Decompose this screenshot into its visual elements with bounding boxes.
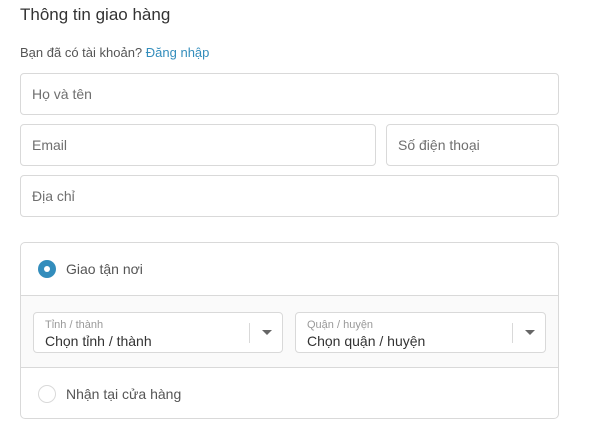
store-pickup-radio[interactable] [38,384,56,403]
district-select[interactable]: Quận / huyện Chọn quận / huyện [295,312,546,353]
select-divider [249,323,250,343]
home-delivery-option[interactable]: Giao tận nơi [21,243,558,295]
district-select-label: Quận / huyện [307,319,374,331]
phone-input[interactable] [387,125,558,165]
store-pickup-label: Nhận tại cửa hàng [66,385,182,402]
shipping-method-box: Giao tận nơi Tỉnh / thành Chọn tỉnh / th… [20,242,559,419]
address-input[interactable] [21,176,558,216]
login-link[interactable]: Đăng nhập [146,45,210,60]
home-delivery-radio[interactable] [38,260,56,278]
email-input[interactable] [21,125,375,165]
address-field[interactable] [20,175,559,217]
province-select-value: Chọn tỉnh / thành [45,333,152,349]
login-prompt: Bạn đã có tài khoản? Đăng nhập [20,45,209,60]
home-delivery-label: Giao tận nơi [66,261,143,277]
full-name-field[interactable] [20,73,559,115]
location-select-area: Tỉnh / thành Chọn tỉnh / thành Quận / hu… [21,295,558,367]
login-prompt-text: Bạn đã có tài khoản? [20,45,143,60]
select-divider [512,323,513,343]
email-field[interactable] [20,124,376,166]
province-select[interactable]: Tỉnh / thành Chọn tỉnh / thành [33,312,283,353]
store-pickup-option[interactable]: Nhận tại cửa hàng [21,367,558,418]
phone-field[interactable] [386,124,559,166]
district-select-value: Chọn quận / huyện [307,333,426,349]
chevron-down-icon[interactable] [262,330,272,335]
full-name-input[interactable] [21,74,558,114]
page-title: Thông tin giao hàng [20,5,171,24]
shipping-info-page: Thông tin giao hàng Bạn đã có tài khoản?… [0,0,600,433]
chevron-down-icon[interactable] [525,330,535,335]
province-select-label: Tỉnh / thành [45,319,104,331]
